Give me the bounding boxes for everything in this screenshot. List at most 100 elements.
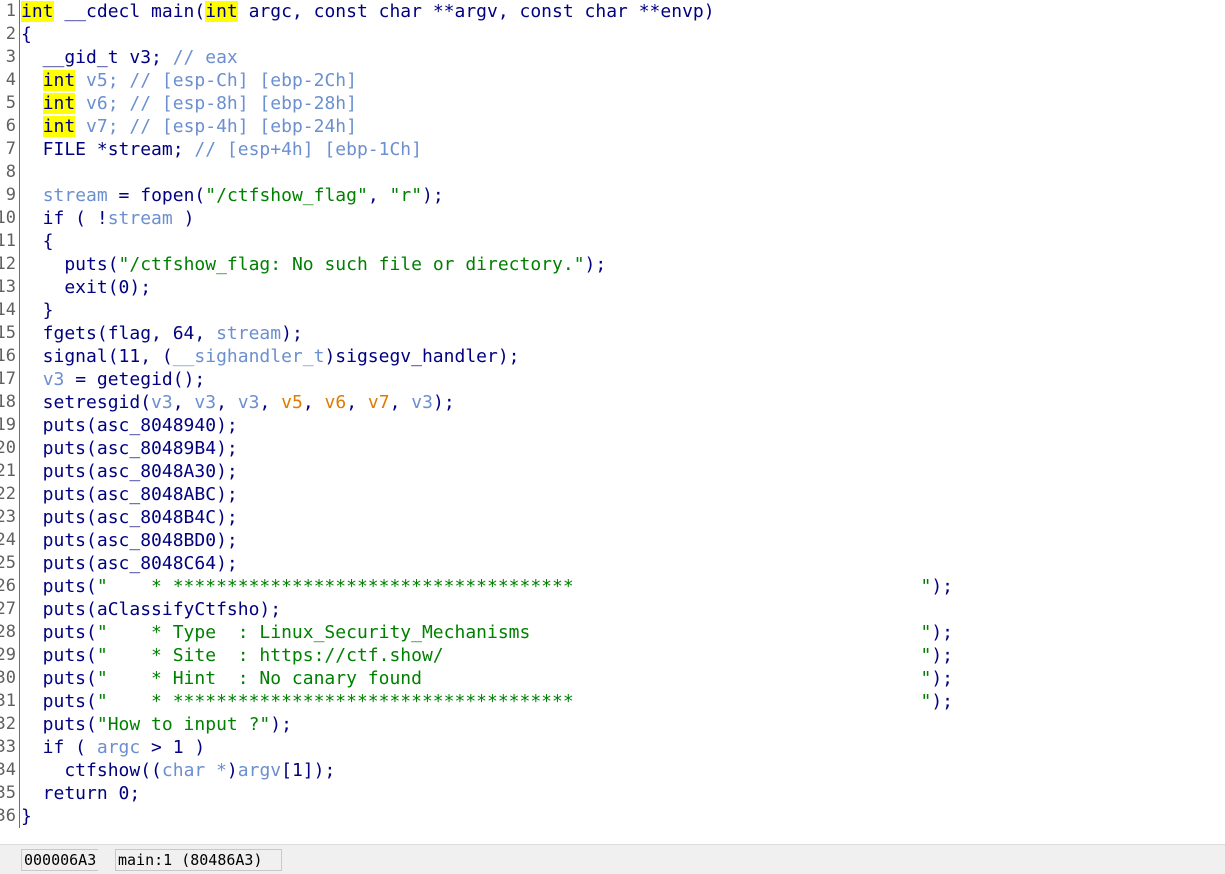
code-line-10[interactable]: if ( !stream ) <box>21 207 195 230</box>
terminator: ); <box>931 576 953 597</box>
line-number: 33 <box>0 737 16 757</box>
pseudocode-view[interactable]: 1234567891011121314151617181920212223242… <box>0 0 1225 840</box>
call: fgets(flag, 64, <box>21 323 217 344</box>
terminator: ); <box>422 185 444 206</box>
line-number: 20 <box>0 438 16 458</box>
call: puts( <box>21 714 97 735</box>
call: puts( <box>21 254 119 275</box>
code-line-6[interactable]: int v7; // [esp-4h] [ebp-24h] <box>21 115 357 138</box>
code-line-21[interactable]: puts(asc_8048A30); <box>21 460 238 483</box>
code-line-32[interactable]: puts("How to input ?"); <box>21 713 292 736</box>
code-line-36[interactable]: } <box>21 805 32 828</box>
code-line-7[interactable]: FILE *stream; // [esp+4h] [ebp-1Ch] <box>21 138 422 161</box>
line-number: 23 <box>0 507 16 527</box>
line-number: 10 <box>0 208 16 228</box>
code-line-20[interactable]: puts(asc_80489B4); <box>21 437 238 460</box>
call: = getegid(); <box>64 369 206 390</box>
code-line-4[interactable]: int v5; // [esp-Ch] [ebp-2Ch] <box>21 69 357 92</box>
call: = fopen( <box>107 185 206 206</box>
code-line-1[interactable]: int __cdecl main(int argc, const char **… <box>21 0 715 23</box>
string-literal: " * ************************************… <box>96 576 932 597</box>
variable: stream <box>42 185 108 206</box>
code-line-34[interactable]: ctfshow((char *)argv[1]); <box>21 759 335 782</box>
code-line-19[interactable]: puts(asc_8048940); <box>21 414 238 437</box>
separator: , <box>216 392 238 413</box>
code-line-25[interactable]: puts(asc_8048C64); <box>21 552 238 575</box>
code-line-16[interactable]: signal(11, (__sighandler_t)sigsegv_handl… <box>21 345 520 368</box>
terminator: ) <box>172 208 195 229</box>
call: puts( <box>21 622 97 643</box>
line-number: 6 <box>5 116 16 136</box>
line-number: 8 <box>5 162 16 182</box>
line-number: 7 <box>5 139 16 159</box>
code-line-9[interactable]: stream = fopen("/ctfshow_flag", "r"); <box>21 184 444 207</box>
code-line-15[interactable]: fgets(flag, 64, stream); <box>21 322 303 345</box>
line-number-gutter: 1234567891011121314151617181920212223242… <box>0 0 20 828</box>
code-line-31[interactable]: puts(" * *******************************… <box>21 690 953 713</box>
separator: , <box>346 392 368 413</box>
terminator: ); <box>281 323 303 344</box>
variable: v5; <box>75 70 130 91</box>
line-number: 9 <box>5 185 16 205</box>
terminator: ); <box>931 691 953 712</box>
declaration: FILE *stream; <box>21 139 195 160</box>
line-number: 13 <box>0 277 16 297</box>
comment: // [esp-Ch] [ebp-2Ch] <box>129 70 357 91</box>
variable: v3 <box>151 392 173 413</box>
line-number: 31 <box>0 691 16 711</box>
code-line-26[interactable]: puts(" * *******************************… <box>21 575 953 598</box>
code-line-18[interactable]: setresgid(v3, v3, v3, v5, v6, v7, v3); <box>21 391 455 414</box>
code-line-35[interactable]: return 0; <box>21 782 141 805</box>
line-number: 14 <box>0 300 16 320</box>
code-line-5[interactable]: int v6; // [esp-8h] [ebp-28h] <box>21 92 357 115</box>
function-signature: __cdecl main( <box>53 1 206 22</box>
keyword-int: int <box>42 93 76 114</box>
terminator: ); <box>584 254 607 275</box>
call: signal(11, ( <box>21 346 173 367</box>
terminator: ); <box>432 392 455 413</box>
code-line-12[interactable]: puts("/ctfshow_flag: No such file or dir… <box>21 253 606 276</box>
code-line-14[interactable]: } <box>21 299 54 322</box>
code-line-2[interactable]: { <box>21 23 32 46</box>
code-line-23[interactable]: puts(asc_8048B4C); <box>21 506 238 529</box>
code-line-28[interactable]: puts(" * Type : Linux_Security_Mechanism… <box>21 621 953 644</box>
line-number: 2 <box>5 24 16 44</box>
code-line-24[interactable]: puts(asc_8048BD0); <box>21 529 238 552</box>
status-location: main:1 (80486A3) <box>115 849 282 871</box>
terminator: ); <box>931 645 953 666</box>
line-number: 21 <box>0 461 16 481</box>
string-literal: " * Type : Linux_Security_Mechanisms " <box>96 622 932 643</box>
code-line-11[interactable]: { <box>21 230 54 253</box>
line-number: 3 <box>5 47 16 67</box>
separator: , <box>172 392 195 413</box>
code-line-29[interactable]: puts(" * Site : https://ctf.show/ "); <box>21 644 953 667</box>
line-number: 1 <box>5 1 16 21</box>
code-line-30[interactable]: puts(" * Hint : No canary found "); <box>21 667 953 690</box>
line-number: 29 <box>0 645 16 665</box>
line-number: 36 <box>0 806 16 826</box>
call: puts( <box>21 576 97 597</box>
line-number: 22 <box>0 484 16 504</box>
code-line-13[interactable]: exit(0); <box>21 276 151 299</box>
comment: // [esp-4h] [ebp-24h] <box>129 116 357 137</box>
line-number: 34 <box>0 760 16 780</box>
code-line-3[interactable]: __gid_t v3; // eax <box>21 46 238 69</box>
line-number: 28 <box>0 622 16 642</box>
code-line-22[interactable]: puts(asc_8048ABC); <box>21 483 238 506</box>
function-params: argc, const char **argv, const char **en… <box>237 1 715 22</box>
comment: // [esp-8h] [ebp-28h] <box>129 93 357 114</box>
variable: v3 <box>42 369 65 390</box>
code-line-33[interactable]: if ( argc > 1 ) <box>21 736 206 759</box>
keyword-int: int <box>21 1 54 22</box>
code-line-17[interactable]: v3 = getegid(); <box>21 368 206 391</box>
string-literal: "How to input ?" <box>96 714 271 735</box>
separator: , <box>259 392 282 413</box>
line-number: 18 <box>0 392 16 412</box>
variable: v3 <box>411 392 433 413</box>
terminator: ); <box>270 714 292 735</box>
line-number: 35 <box>0 783 16 803</box>
code-line-27[interactable]: puts(aClassifyCtfsho); <box>21 598 281 621</box>
